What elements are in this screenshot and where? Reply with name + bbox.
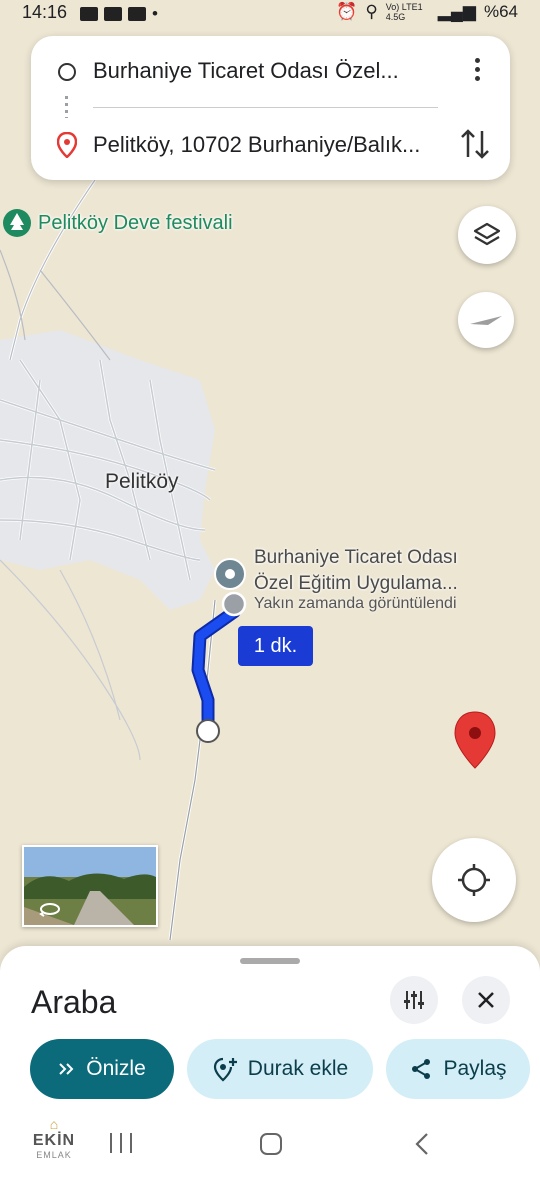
double-chevron-icon [59,1063,74,1075]
poi-marker[interactable]: Pelitköy Deve festivali [2,208,233,238]
more-options-icon[interactable] [472,58,482,86]
park-icon [3,209,31,237]
close-icon [478,992,494,1008]
share-icon [412,1059,431,1079]
add-stop-button[interactable]: Durak ekle [187,1039,373,1099]
add-stop-label: Durak ekle [247,1057,349,1080]
town-label: Pelitköy [105,470,179,493]
signal-icon: ▂▄▆ [437,2,476,21]
notification-icons: • [80,4,158,24]
camera-icon [128,7,146,21]
layers-button[interactable] [458,206,516,264]
route-options-button[interactable] [390,976,438,1024]
alarm-icon: ⏰ [336,2,358,21]
route-dots-icon [65,96,68,118]
eta-badge: 1 dk. [238,626,313,666]
swap-icon[interactable] [460,127,490,161]
close-button[interactable] [462,976,510,1024]
poi-label: Pelitköy Deve festivali [38,211,233,234]
layers-icon [473,222,501,246]
back-icon[interactable] [414,1132,430,1156]
notification-app-icon [80,7,98,21]
destination-field[interactable]: Pelitköy, 10702 Burhaniye/Balık... [93,132,420,158]
destination-pin-small-icon [57,132,77,158]
logo-mark-icon: ⌂ [49,1116,59,1132]
home-icon[interactable] [259,1132,283,1156]
sliders-icon [404,991,424,1009]
destination-name-line1: Burhaniye Ticaret Odası [254,547,458,568]
system-nav-bar: ⌂ EKİN EMLAK [0,1114,540,1174]
compass-icon [470,316,502,325]
crosshair-icon [458,864,490,896]
preview-button[interactable]: Önizle [30,1039,174,1099]
my-location-button[interactable] [432,838,516,922]
network-label: Vo) LTE1 4.5G [385,2,423,22]
add-stop-icon [213,1057,237,1082]
youtube-icon [104,7,122,21]
compass-button[interactable] [458,292,514,348]
system-icons: ⏰ ⚲ Vo) LTE1 4.5G ▂▄▆ %64 [336,2,518,22]
watermark-logo: ⌂ EKİN EMLAK [28,1116,80,1168]
origin-circle-icon [58,63,76,81]
status-bar: 14:16 • ⏰ ⚲ Vo) LTE1 4.5G ▂▄▆ %64 [0,0,540,26]
more-notifications-icon: • [152,4,158,23]
travel-mode-title: Araba [31,984,117,1020]
destination-name-line2: Özel Eğitim Uygulama... [254,573,458,594]
field-divider [93,107,438,108]
destination-note: Yakın zamanda görüntülendi [254,595,457,612]
status-time: 14:16 [22,2,68,22]
watermark-line1: EKİN [32,1132,76,1149]
battery-label: %64 [483,2,518,21]
origin-field[interactable]: Burhaniye Ticaret Odası Özel... [93,58,399,84]
share-label: Paylaş [443,1057,507,1080]
location-icon: ⚲ [365,2,378,21]
sheet-drag-handle[interactable] [240,958,300,964]
directions-card: Burhaniye Ticaret Odası Özel... Pelitköy… [31,36,510,180]
street-view-thumbnail[interactable] [22,845,158,927]
destination-label[interactable]: Burhaniye Ticaret Odası Özel Eğitim Uygu… [254,545,458,597]
street-view-rotate-icon [39,903,60,917]
recent-apps-icon[interactable] [108,1132,134,1154]
share-button[interactable]: Paylaş [386,1039,530,1099]
preview-label: Önizle [86,1057,146,1080]
watermark-line2: EMLAK [36,1150,72,1160]
